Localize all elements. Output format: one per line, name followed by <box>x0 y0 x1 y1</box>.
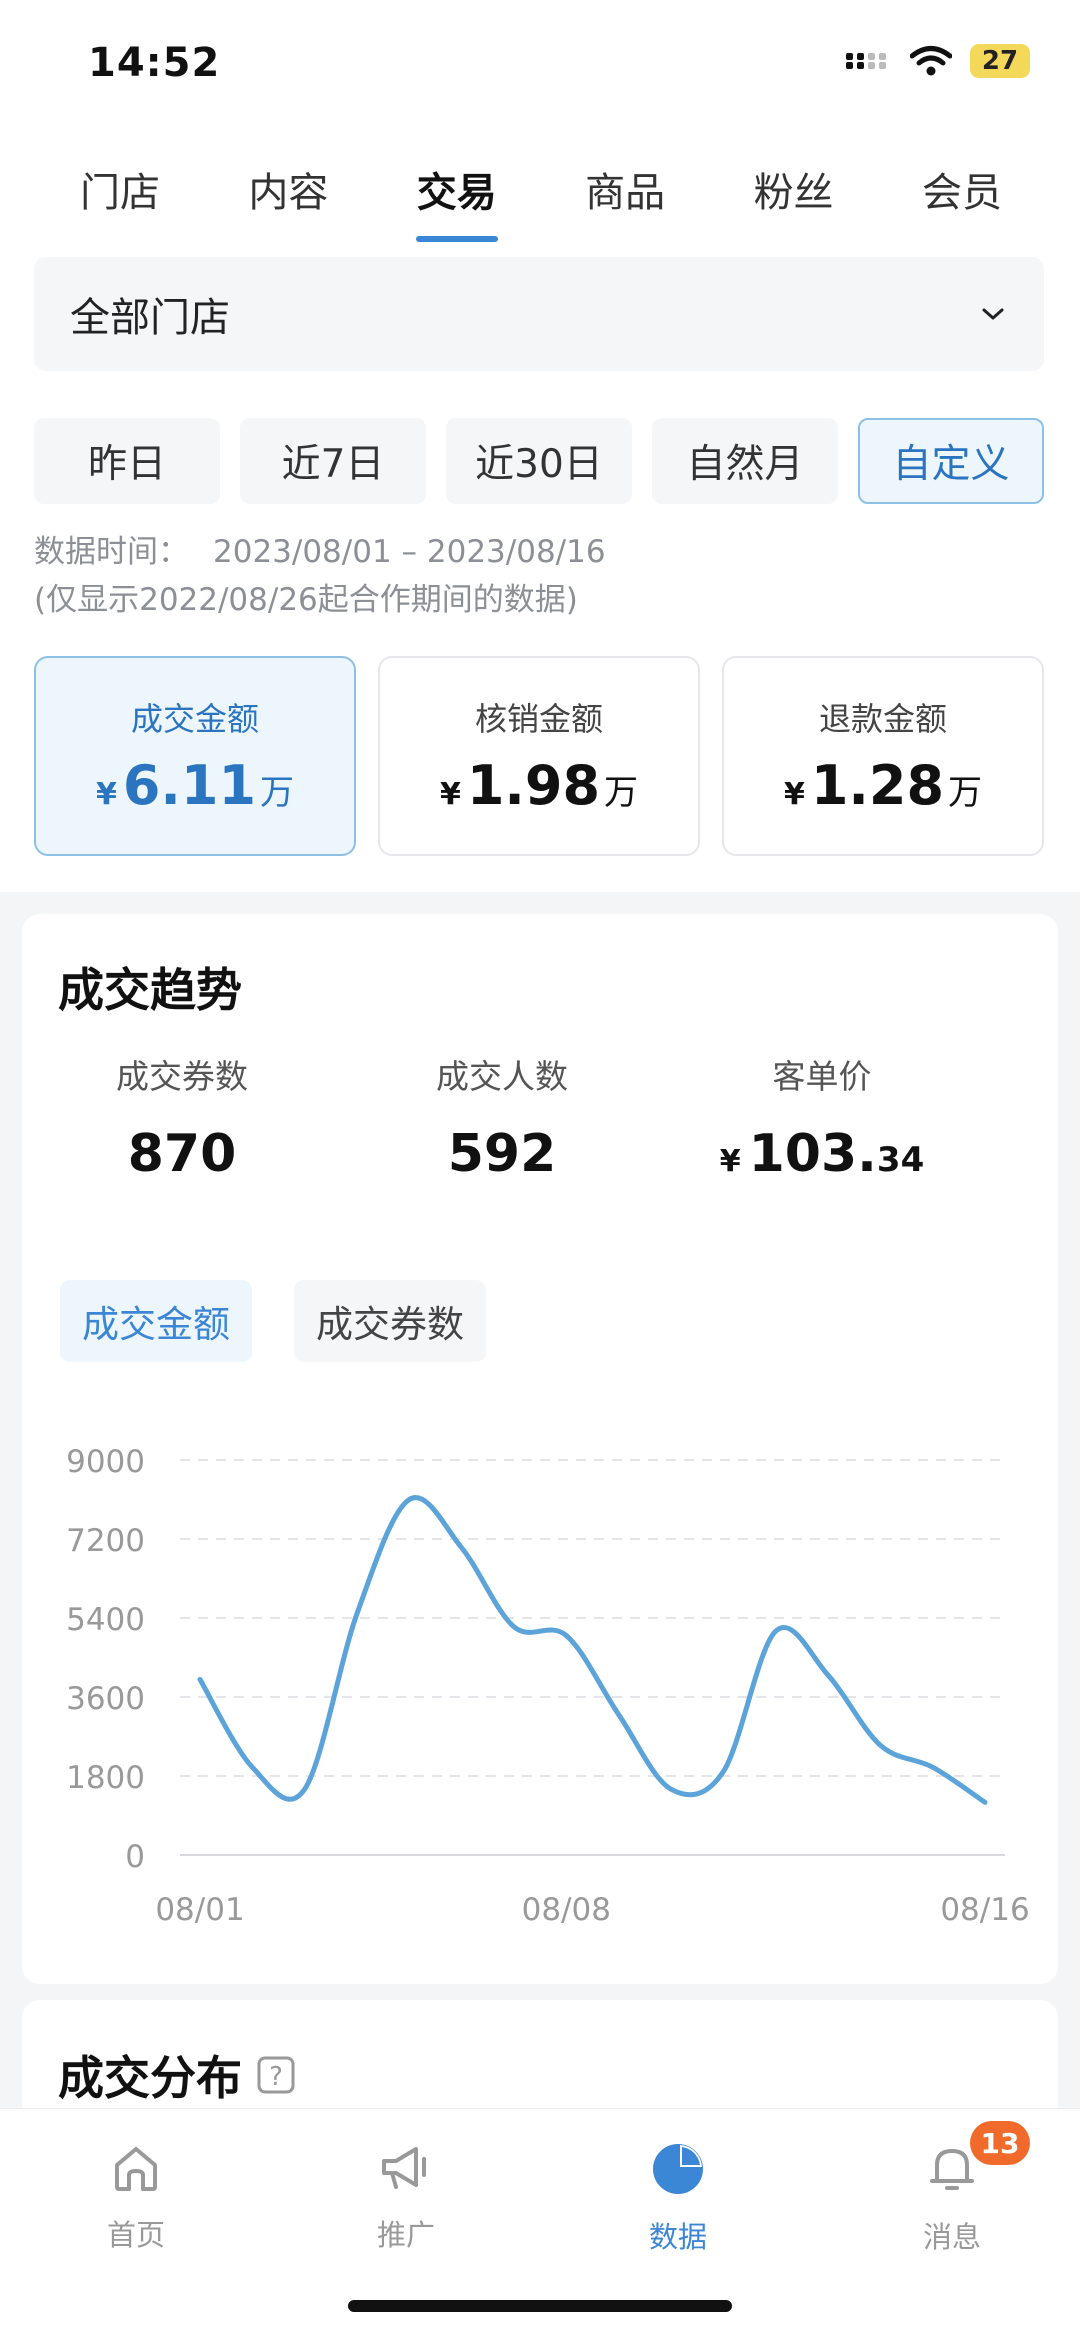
data-time-range: 2023/08/01 – 2023/08/16 <box>213 534 606 570</box>
date-30days-button[interactable]: 近30日 <box>446 418 632 504</box>
nav-home[interactable]: 首页 <box>36 2141 236 2254</box>
nav-data[interactable]: 数据 <box>578 2141 778 2256</box>
chevron-down-icon <box>978 304 1008 324</box>
y-tick-label: 5400 <box>66 1602 145 1638</box>
svg-text:?: ? <box>269 2062 283 2092</box>
x-tick-label: 08/01 <box>155 1892 244 1928</box>
y-tick-label: 7200 <box>66 1523 145 1559</box>
message-badge: 13 <box>970 2121 1030 2165</box>
currency-symbol: ¥ <box>720 1144 741 1179</box>
stat-vouchers: 成交券数 870 <box>22 1050 342 1184</box>
stat-buyers: 成交人数 592 <box>342 1050 662 1184</box>
metric-unit: 万 <box>948 773 982 813</box>
stat-label: 客单价 <box>662 1050 982 1098</box>
stat-value: 592 <box>342 1124 662 1184</box>
stat-number-int: 103. <box>749 1124 877 1184</box>
date-yesterday-button[interactable]: 昨日 <box>34 418 220 504</box>
data-time-label: 数据时间： <box>34 534 189 570</box>
metric-card-redeemed[interactable]: 核销金额 ¥1.98万 <box>378 656 700 856</box>
date-month-button[interactable]: 自然月 <box>652 418 838 504</box>
nav-label: 消息 <box>852 2214 1052 2256</box>
metric-value: ¥6.11万 <box>36 754 354 817</box>
stat-value: 870 <box>22 1124 342 1184</box>
data-time-note: (仅显示2022/08/26起合作期间的数据) <box>34 576 606 624</box>
nav-messages[interactable]: 消息 13 <box>852 2141 1052 2256</box>
trend-stats: 成交券数 870 成交人数 592 客单价 ¥103.34 <box>22 1050 1058 1184</box>
distribution-header: 成交分布 ? <box>58 2042 296 2108</box>
chart-metric-sales-chip[interactable]: 成交金额 <box>60 1280 252 1362</box>
pie-chart-icon <box>650 2141 706 2197</box>
metric-label: 退款金额 <box>724 694 1042 740</box>
home-icon <box>109 2141 163 2195</box>
x-tick-label: 08/16 <box>940 1892 1029 1928</box>
metric-unit: 万 <box>604 773 638 813</box>
status-icons: 27 <box>844 44 1030 78</box>
tab-member[interactable]: 会员 <box>878 160 1046 242</box>
metric-cards: 成交金额 ¥6.11万 核销金额 ¥1.98万 退款金额 ¥1.28万 <box>34 656 1044 856</box>
tab-content[interactable]: 内容 <box>204 160 372 242</box>
stat-number-dec: 34 <box>877 1140 924 1180</box>
date-range-tabs: 昨日 近7日 近30日 自然月 自定义 <box>34 418 1044 504</box>
data-time-info: 数据时间： 2023/08/01 – 2023/08/16 (仅显示2022/08… <box>34 528 606 624</box>
chart-metric-vouchers-chip[interactable]: 成交券数 <box>294 1280 486 1362</box>
tab-fans[interactable]: 粉丝 <box>710 160 878 242</box>
currency-symbol: ¥ <box>784 777 805 812</box>
y-tick-label: 9000 <box>66 1444 145 1480</box>
status-time: 14:52 <box>88 40 220 86</box>
metric-number: 6.11 <box>123 754 256 817</box>
stat-label: 成交券数 <box>22 1050 342 1098</box>
nav-label: 数据 <box>578 2214 778 2256</box>
store-selector[interactable]: 全部门店 <box>34 257 1044 371</box>
metric-label: 核销金额 <box>380 694 698 740</box>
metric-label: 成交金额 <box>36 694 354 740</box>
metric-value: ¥1.98万 <box>380 754 698 817</box>
series-line <box>200 1498 985 1803</box>
y-tick-label: 3600 <box>66 1681 145 1717</box>
metric-number: 1.98 <box>467 754 600 817</box>
nav-label: 首页 <box>36 2212 236 2254</box>
signal-icon <box>844 46 892 76</box>
metric-value: ¥1.28万 <box>724 754 1042 817</box>
date-7days-button[interactable]: 近7日 <box>240 418 426 504</box>
currency-symbol: ¥ <box>440 777 461 812</box>
distribution-title: 成交分布 <box>58 2042 242 2108</box>
question-icon[interactable]: ? <box>256 2055 296 2095</box>
date-custom-button[interactable]: 自定义 <box>858 418 1044 504</box>
battery-indicator: 27 <box>970 44 1030 78</box>
y-tick-label: 1800 <box>66 1760 145 1796</box>
megaphone-icon <box>376 2141 436 2195</box>
currency-symbol: ¥ <box>96 777 117 812</box>
home-indicator[interactable] <box>348 2300 732 2312</box>
store-selector-value: 全部门店 <box>70 285 230 343</box>
tab-store[interactable]: 门店 <box>36 160 204 242</box>
category-tabs: 门店 内容 交易 商品 粉丝 会员 <box>36 160 1046 242</box>
nav-promote[interactable]: 推广 <box>306 2141 506 2254</box>
tab-transaction[interactable]: 交易 <box>373 160 541 242</box>
nav-label: 推广 <box>306 2212 506 2254</box>
stat-value: ¥103.34 <box>662 1124 982 1184</box>
tab-product[interactable]: 商品 <box>541 160 709 242</box>
wifi-icon <box>910 45 952 77</box>
trend-title: 成交趋势 <box>58 954 242 1020</box>
y-tick-label: 0 <box>125 1839 145 1875</box>
stat-label: 成交人数 <box>342 1050 662 1098</box>
x-tick-label: 08/08 <box>522 1892 611 1928</box>
metric-card-sales[interactable]: 成交金额 ¥6.11万 <box>34 656 356 856</box>
metric-card-refund[interactable]: 退款金额 ¥1.28万 <box>722 656 1044 856</box>
metric-number: 1.28 <box>811 754 944 817</box>
trend-line-chart: 0 1800 3600 5400 7200 9000 08/01 08/08 08/16 <box>40 1420 1040 1940</box>
stat-avg-price: 客单价 ¥103.34 <box>662 1050 982 1184</box>
metric-unit: 万 <box>260 773 294 813</box>
